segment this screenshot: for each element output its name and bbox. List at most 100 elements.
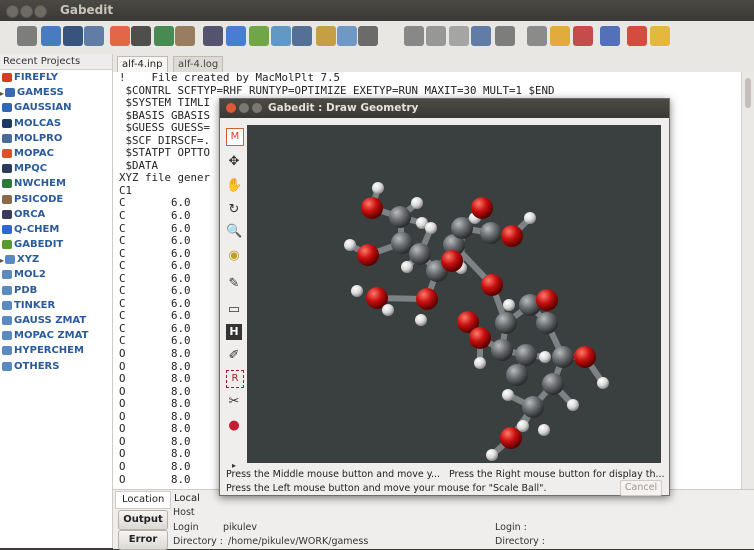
sidebar-item-xyz[interactable]: ▸ XYZ: [0, 252, 112, 267]
tab-location[interactable]: Location: [115, 491, 172, 509]
oxygen-atom[interactable]: [536, 289, 558, 311]
hydrogen-atom[interactable]: [524, 212, 536, 224]
carbon-atom[interactable]: [536, 312, 558, 334]
oxygen-atom[interactable]: [357, 244, 379, 266]
edit-tool-icon[interactable]: ✐: [226, 348, 242, 364]
hydrogen-atom[interactable]: [344, 239, 356, 251]
sidebar-item-others[interactable]: OTHERS: [0, 359, 112, 374]
sidebar-item-psicode[interactable]: PSICODE: [0, 192, 112, 207]
sidebar-item-orca[interactable]: ORCA: [0, 207, 112, 222]
orca-icon[interactable]: [203, 26, 223, 46]
sidebar-item-pdb[interactable]: PDB: [0, 283, 112, 298]
hydrogen-atom[interactable]: [425, 222, 437, 234]
frame-tool-icon[interactable]: ▭: [226, 302, 242, 318]
new-icon[interactable]: [337, 26, 357, 46]
sidebar-item-molpro[interactable]: MOLPRO: [0, 131, 112, 146]
maximize-window-button[interactable]: [34, 5, 47, 18]
cut-icon[interactable]: [404, 26, 424, 46]
rotate-z-tool-icon[interactable]: ↻: [226, 202, 242, 218]
render-tool-icon[interactable]: R: [226, 370, 244, 388]
hydrogen-atom[interactable]: [382, 304, 394, 316]
hydrogen-atom[interactable]: [486, 449, 498, 461]
sidebar-item-mopac-zmat[interactable]: MOPAC ZMAT: [0, 328, 112, 343]
oxygen-atom[interactable]: [501, 225, 523, 247]
rotate-tool-icon[interactable]: ✋: [226, 178, 242, 194]
sidebar-item-nwchem[interactable]: NWCHEM: [0, 176, 112, 191]
sidebar-item-mopac[interactable]: MOPAC: [0, 146, 112, 161]
paste-icon[interactable]: [449, 26, 469, 46]
output-button[interactable]: Output: [118, 510, 168, 530]
hydrogen-atom[interactable]: [351, 285, 363, 297]
hydrogen-atom[interactable]: [597, 377, 609, 389]
hydrogen-atom[interactable]: [539, 351, 551, 363]
plot-icon[interactable]: [600, 26, 620, 46]
dialog-maximize-button[interactable]: [252, 103, 262, 113]
oxygen-atom[interactable]: [361, 197, 383, 219]
sidebar-item-mol2[interactable]: MOL2: [0, 267, 112, 282]
sidebar-item-mpqc[interactable]: MPQC: [0, 161, 112, 176]
hydrogen-atom[interactable]: [567, 399, 579, 411]
sidebar-item-hyperchem[interactable]: HYPERCHEM: [0, 343, 112, 358]
hydrogen-atom[interactable]: [502, 389, 514, 401]
hydrogen-atom[interactable]: [517, 420, 529, 432]
molecule-icon[interactable]: [573, 26, 593, 46]
hydrogen-atom[interactable]: [372, 182, 384, 194]
carbon-atom[interactable]: [552, 346, 574, 368]
gaussian-icon[interactable]: [41, 26, 61, 46]
hydrogen-tool-icon[interactable]: H: [226, 324, 242, 340]
minimize-window-button[interactable]: [20, 5, 33, 18]
find-icon[interactable]: [471, 26, 491, 46]
zoom-tool-icon[interactable]: 🔍: [226, 224, 242, 240]
gabedit-icon[interactable]: [249, 26, 269, 46]
oxygen-atom[interactable]: [441, 250, 463, 272]
mode-tool-icon[interactable]: M: [226, 128, 244, 146]
oxygen-atom[interactable]: [500, 427, 522, 449]
oxygen-atom[interactable]: [481, 274, 503, 296]
sidebar-item-gamess[interactable]: ▸ GAMESS: [0, 85, 112, 100]
carbon-atom[interactable]: [480, 222, 502, 244]
print-icon[interactable]: [358, 26, 378, 46]
hydrogen-atom[interactable]: [401, 261, 413, 273]
error-button[interactable]: Error: [118, 530, 168, 550]
carbon-atom[interactable]: [389, 206, 411, 228]
carbon-atom[interactable]: [515, 344, 537, 366]
sidebar-item-gauss-zmat[interactable]: GAUSS ZMAT: [0, 313, 112, 328]
cut-tool-icon[interactable]: ✂: [226, 394, 242, 410]
draw-icon[interactable]: [550, 26, 570, 46]
expander-icon[interactable]: ▸: [0, 253, 4, 268]
close-window-button[interactable]: [6, 5, 19, 18]
copy-icon[interactable]: [426, 26, 446, 46]
favorite-icon[interactable]: [650, 26, 670, 46]
cancel-button[interactable]: Cancel: [620, 480, 662, 496]
carbon-atom[interactable]: [506, 364, 528, 386]
molecule-canvas[interactable]: [247, 125, 661, 463]
molpro-icon[interactable]: [84, 26, 104, 46]
oxygen-atom[interactable]: [469, 327, 491, 349]
sidebar-item-tinker[interactable]: TINKER: [0, 298, 112, 313]
oxygen-atom[interactable]: [574, 346, 596, 368]
molcas-icon[interactable]: [63, 26, 83, 46]
dialog-close-button[interactable]: [226, 103, 236, 113]
psicode-icon[interactable]: [175, 26, 195, 46]
sidebar-item-gabedit[interactable]: GABEDIT: [0, 237, 112, 252]
carbon-atom[interactable]: [409, 243, 431, 265]
carbon-atom[interactable]: [522, 396, 544, 418]
hydrogen-atom[interactable]: [415, 314, 427, 326]
oxygen-atom[interactable]: [416, 288, 438, 310]
hydrogen-atom[interactable]: [474, 357, 486, 369]
color-tool-icon[interactable]: ●: [226, 418, 242, 434]
mpqc-icon[interactable]: [131, 26, 151, 46]
hydrogen-atom[interactable]: [538, 424, 550, 436]
mopac-icon[interactable]: [110, 26, 130, 46]
expander-icon[interactable]: ▸: [0, 86, 4, 101]
hydrogen-atom[interactable]: [411, 197, 423, 209]
oxygen-atom[interactable]: [471, 197, 493, 219]
find-replace-icon[interactable]: [495, 26, 515, 46]
sidebar-item-molcas[interactable]: MOLCAS: [0, 116, 112, 131]
pencil-tool-icon[interactable]: ✎: [226, 276, 242, 292]
carbon-atom[interactable]: [495, 312, 517, 334]
open-icon[interactable]: [316, 26, 336, 46]
perspective-tool-icon[interactable]: ◉: [226, 248, 242, 264]
insert-icon[interactable]: [527, 26, 547, 46]
exit-icon[interactable]: [627, 26, 647, 46]
